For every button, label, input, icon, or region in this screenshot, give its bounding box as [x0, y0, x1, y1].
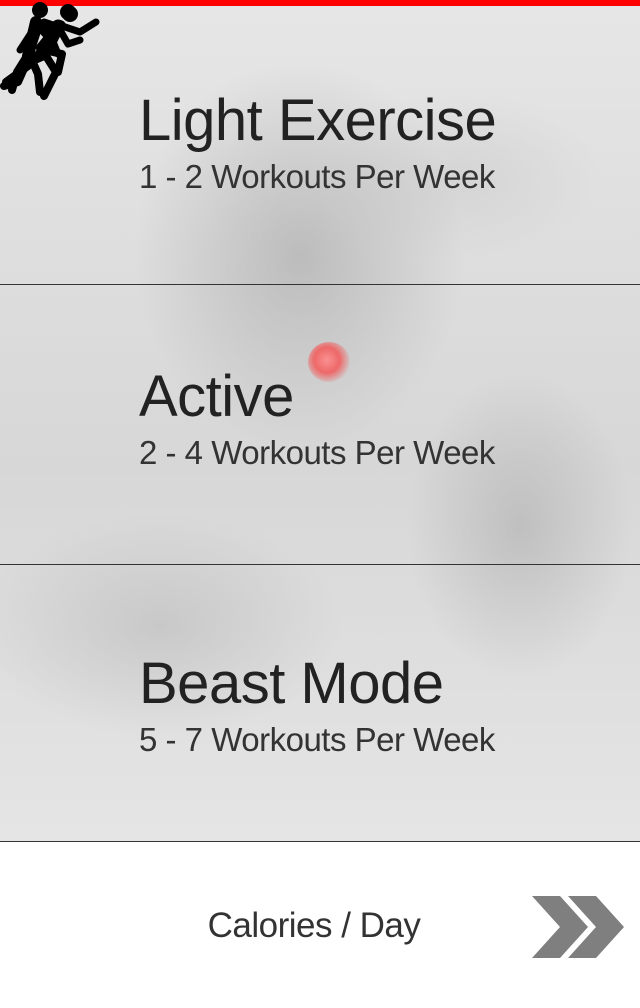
- next-button[interactable]: [530, 896, 626, 958]
- option-active[interactable]: [0, 285, 640, 565]
- option-subtitle: 2 - 4 Workouts Per Week: [139, 434, 495, 471]
- sprinting-person-icon: [0, 0, 100, 92]
- option-title: Light Exercise: [139, 88, 497, 153]
- double-chevron-right-icon: [532, 896, 624, 958]
- option-title: Active: [139, 364, 294, 429]
- option-title: Beast Mode: [139, 651, 444, 716]
- option-subtitle: 1 - 2 Workouts Per Week: [139, 158, 495, 195]
- option-subtitle: 5 - 7 Workouts Per Week: [139, 721, 495, 758]
